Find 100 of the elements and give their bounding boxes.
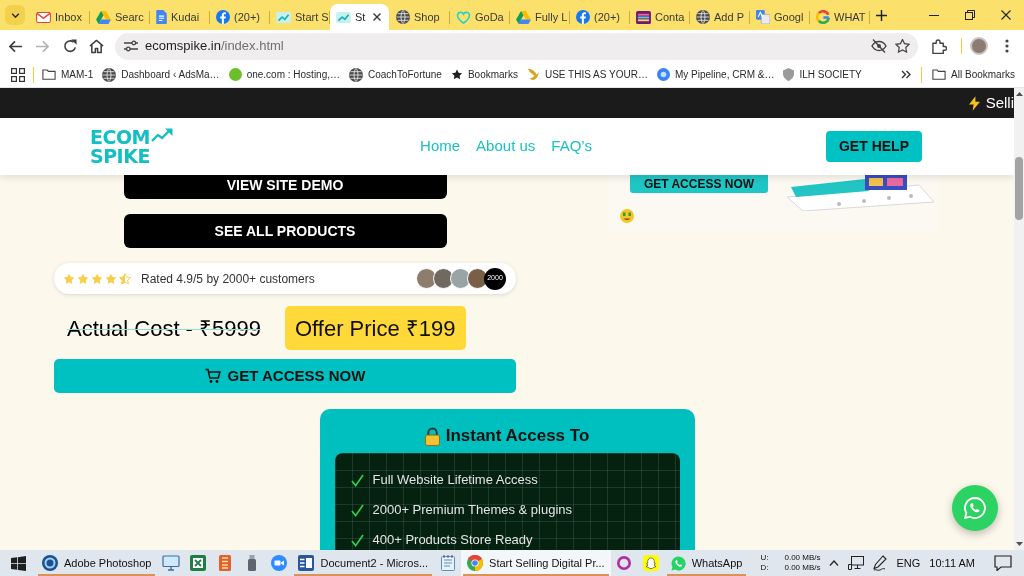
browser-tab[interactable]: Start S (270, 4, 329, 30)
chevron-up-icon[interactable] (829, 560, 840, 566)
scroll-down-icon[interactable] (1015, 542, 1023, 546)
more-vertical-icon[interactable] (1004, 39, 1009, 53)
emoji-face-icon (620, 209, 634, 223)
envelope-icon (36, 11, 51, 23)
bookmark-item[interactable]: Bookmarks (450, 67, 518, 82)
browser-tab[interactable]: (20+) (570, 4, 629, 30)
bookmark-item[interactable]: My Pipeline, CRM &… (656, 67, 775, 82)
heart-outline-icon (456, 10, 471, 24)
close-icon[interactable] (1001, 10, 1011, 20)
ring-icon (617, 556, 632, 570)
double-chevron-icon[interactable] (901, 70, 912, 79)
leaf-icon (526, 68, 540, 81)
star-outline-icon[interactable] (895, 39, 910, 53)
speed-label: D: (760, 563, 769, 573)
browser-tab[interactable]: Shop (390, 4, 449, 30)
browser-tab[interactable]: Kudai (150, 4, 209, 30)
speed-value: 0.00 MB/s (784, 553, 821, 563)
cart-icon (204, 368, 221, 384)
puzzle-piece-icon[interactable] (932, 38, 947, 54)
profile-avatar[interactable] (970, 37, 988, 55)
shield-icon (783, 68, 795, 81)
star-icon (450, 69, 463, 80)
products-button[interactable]: SEE ALL PRODUCTS (123, 214, 447, 248)
taskbar-button[interactable]: Adobe Photoshop (36, 550, 158, 576)
star-icon (105, 272, 117, 285)
browser-tab[interactable]: Fully L (510, 4, 569, 30)
padlock-icon (424, 426, 440, 446)
browser-tab[interactable]: Googl (750, 4, 809, 30)
feature-text: 2000+ Premium Themes & plugins (372, 502, 573, 518)
ring-icon (816, 10, 830, 24)
browser-tab[interactable]: Add P (690, 4, 749, 30)
triangle-icon (96, 10, 111, 24)
round-logo-icon (216, 10, 230, 24)
view-demo-button[interactable]: VIEW SITE DEMO (123, 175, 447, 199)
scrollbar-thumb[interactable] (1015, 157, 1023, 220)
star-icon (63, 272, 75, 285)
bookmark-item[interactable]: CoachToFortune (349, 67, 442, 82)
tab-list-button[interactable] (5, 5, 25, 25)
back-arrow-icon[interactable] (8, 39, 23, 53)
bookmark-item[interactable]: ILH SOCIETY (783, 67, 862, 82)
taskbar-button[interactable]: Start Selling Digital Pr... (461, 550, 611, 576)
apps-grid-icon[interactable] (11, 67, 25, 82)
browser-tab[interactable]: Conta (630, 4, 689, 30)
plus-icon[interactable] (876, 9, 887, 21)
network-icon[interactable] (848, 556, 865, 570)
avatar-placeholder (467, 268, 488, 289)
camera-circle-icon (270, 555, 287, 571)
browser-tab[interactable]: GoDa (450, 4, 509, 30)
trend-arrow-icon (151, 127, 173, 142)
home-icon[interactable] (89, 38, 104, 54)
browser-tab[interactable]: WHAT (810, 4, 869, 30)
clock-time[interactable]: 10:11 AM (929, 554, 975, 572)
avatar-placeholder (433, 268, 454, 289)
eye-slash-icon[interactable] (871, 39, 887, 53)
globe-icon (396, 10, 410, 24)
windows-logo-icon[interactable] (10, 555, 26, 571)
feature-text: Full Website Lifetime Access (372, 472, 538, 488)
address-bar[interactable]: ecomspike.in/index.html (115, 32, 918, 60)
folder-icon (932, 69, 947, 80)
striped-tile-icon (636, 10, 651, 24)
offer-price: Offer Price ₹199 (285, 306, 466, 350)
bookmark-item[interactable]: one.com : Hosting,… (228, 67, 340, 82)
monitor-icon (161, 555, 180, 571)
taskbar-button[interactable]: WhatsApp (664, 550, 749, 576)
tune-icon[interactable] (124, 40, 138, 52)
star-icon (77, 272, 89, 285)
bookmark-item[interactable]: Dashboard ‹ AdsMa… (102, 67, 220, 82)
get-help-button[interactable]: GET HELP (826, 131, 922, 162)
browser-tab[interactable]: St (330, 4, 389, 30)
close-icon[interactable] (373, 13, 381, 21)
taskbar-button[interactable]: Document2 - Micros... (292, 550, 435, 576)
logo-text: SPIKE (90, 146, 150, 166)
browser-tab[interactable]: Inbox (30, 4, 89, 30)
get-access-button[interactable]: GET ACCESS NOW (630, 175, 768, 193)
language-indicator[interactable]: ENG (896, 554, 921, 572)
bookmark-item[interactable]: MAM-1 (42, 67, 94, 82)
document-icon (156, 10, 167, 24)
browser-tab[interactable]: (20+) (210, 4, 269, 30)
striped-tile-icon (218, 555, 231, 571)
overlapping-tiles-icon (756, 10, 770, 24)
tricolor-circle-icon (467, 555, 484, 571)
bookmark-item[interactable]: All Bookmarks (932, 67, 1015, 82)
reload-icon[interactable] (62, 39, 77, 53)
check-icon (350, 533, 364, 547)
bookmark-item[interactable]: USE THIS AS YOUR… (526, 67, 648, 82)
minimize-icon[interactable] (929, 14, 939, 16)
round-app-icon (42, 555, 58, 571)
round-logo-icon (576, 10, 590, 24)
restore-icon[interactable] (965, 10, 975, 20)
trend-logo-icon (336, 11, 351, 23)
get-access-button[interactable]: GET ACCESS NOW (54, 359, 516, 393)
browser-tab[interactable]: Searc (90, 4, 149, 30)
triangle-icon (516, 10, 531, 24)
avatar-placeholder (450, 268, 471, 289)
scroll-up-icon[interactable] (1015, 92, 1023, 96)
notification-icon[interactable] (994, 555, 1012, 571)
ghost-icon (643, 555, 660, 571)
pen-icon[interactable] (873, 555, 888, 571)
